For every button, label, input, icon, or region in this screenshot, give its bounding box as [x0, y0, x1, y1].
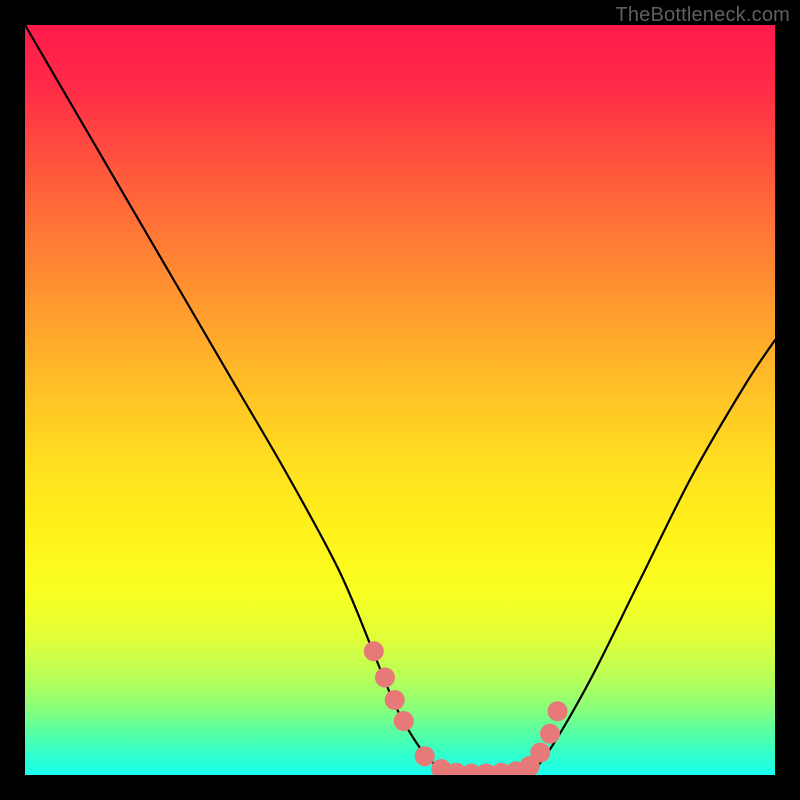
- marker-dot: [385, 690, 405, 710]
- highlight-markers: [364, 641, 568, 775]
- bottleneck-curve: [25, 25, 775, 775]
- chart-frame: TheBottleneck.com: [0, 0, 800, 800]
- plot-area: [25, 25, 775, 775]
- marker-dot: [415, 746, 435, 766]
- marker-dot: [530, 743, 550, 763]
- marker-dot: [375, 668, 395, 688]
- marker-dot: [540, 724, 560, 744]
- watermark-text: TheBottleneck.com: [615, 4, 790, 27]
- chart-svg: [25, 25, 775, 775]
- marker-dot: [548, 701, 568, 721]
- marker-dot: [394, 711, 414, 731]
- marker-dot: [364, 641, 384, 661]
